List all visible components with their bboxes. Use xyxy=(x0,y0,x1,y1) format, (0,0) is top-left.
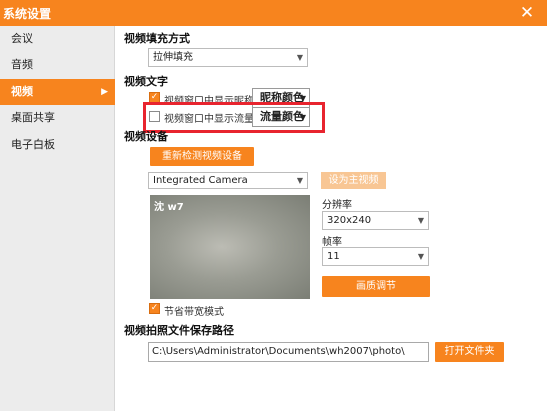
quality-adjust-button[interactable]: 画质调节 xyxy=(322,276,430,297)
chevron-down-icon: ▼ xyxy=(417,252,424,261)
sidebar-item-video[interactable]: 视频 ▶ xyxy=(0,79,115,105)
open-folder-button[interactable]: 打开文件夹 xyxy=(435,342,504,362)
camera-value: Integrated Camera xyxy=(153,175,248,186)
resolution-select[interactable]: 320x240 ▼ xyxy=(322,211,429,230)
set-main-video-button: 设为主视频 xyxy=(321,172,386,189)
resolution-heading: 分辨率 xyxy=(322,200,352,211)
sidebar-item-desktop-share[interactable]: 桌面共享 xyxy=(0,105,115,131)
title-bar xyxy=(0,0,547,26)
redetect-devices-button[interactable]: 重新检测视频设备 xyxy=(150,147,254,166)
sidebar-item-label: 视频 xyxy=(11,85,33,98)
bandwidth-saving-checkbox[interactable]: ✓ xyxy=(149,303,160,314)
fill-mode-heading: 视频填充方式 xyxy=(124,32,190,45)
sidebar-item-label: 桌面共享 xyxy=(11,111,55,124)
window-title: 系统设置 xyxy=(3,7,52,21)
close-icon[interactable]: ✕ xyxy=(516,2,538,24)
sidebar: 会议 音频 视频 ▶ 桌面共享 电子白板 xyxy=(0,26,115,411)
sidebar-item-label: 电子白板 xyxy=(11,138,55,151)
bandwidth-saving-label: 节省带宽模式 xyxy=(164,307,224,318)
snapshot-path-input[interactable]: C:\Users\Administrator\Documents\wh2007\… xyxy=(148,342,429,362)
framerate-select[interactable]: 11 ▼ xyxy=(322,247,429,266)
sidebar-item-whiteboard[interactable]: 电子白板 xyxy=(0,132,115,158)
video-device-heading: 视频设备 xyxy=(124,130,168,143)
sidebar-item-label: 音频 xyxy=(11,58,33,71)
fill-mode-value: 拉伸填充 xyxy=(153,52,193,63)
chevron-down-icon: ▼ xyxy=(296,176,303,185)
sidebar-item-audio[interactable]: 音频 xyxy=(0,52,115,78)
highlight-box xyxy=(143,102,325,133)
chevron-right-icon: ▶ xyxy=(101,87,108,97)
video-text-heading: 视频文字 xyxy=(124,75,168,88)
framerate-heading: 帧率 xyxy=(322,237,342,248)
sidebar-item-label: 会议 xyxy=(11,32,33,45)
chevron-down-icon: ▼ xyxy=(417,216,424,225)
fill-mode-select[interactable]: 拉伸填充 ▼ xyxy=(148,48,308,67)
resolution-value: 320x240 xyxy=(327,215,372,226)
camera-select[interactable]: Integrated Camera ▼ xyxy=(148,172,308,189)
snapshot-path-heading: 视频拍照文件保存路径 xyxy=(124,324,234,337)
preview-overlay-text: 沈 w7 xyxy=(154,202,184,213)
chevron-down-icon: ▼ xyxy=(296,53,303,62)
sidebar-item-meeting[interactable]: 会议 xyxy=(0,26,115,52)
framerate-value: 11 xyxy=(327,251,340,262)
